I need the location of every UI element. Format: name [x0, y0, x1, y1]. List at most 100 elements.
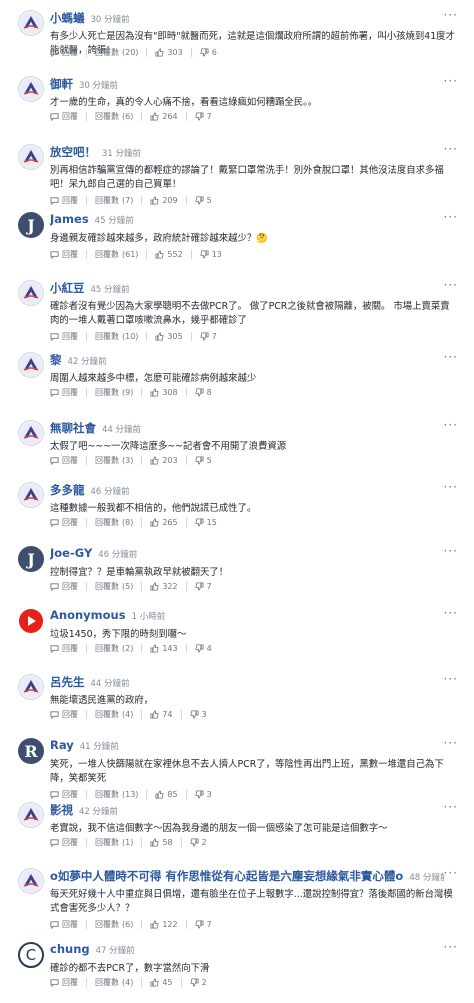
- reply-button[interactable]: 回覆: [50, 47, 78, 58]
- more-options-icon[interactable]: ···: [444, 545, 458, 557]
- comment-author[interactable]: 影視: [50, 802, 73, 818]
- avatar[interactable]: [18, 802, 44, 828]
- avatar[interactable]: J: [18, 212, 44, 238]
- like-button[interactable]: 305: [155, 332, 183, 341]
- dislike-button[interactable]: 7: [195, 582, 212, 591]
- avatar[interactable]: [18, 674, 44, 700]
- like-button[interactable]: 203: [150, 456, 178, 465]
- dislike-button[interactable]: 3: [189, 710, 207, 719]
- comment-author[interactable]: 黎: [50, 352, 62, 368]
- replies-count-button[interactable]: 回覆數 (6): [95, 919, 133, 930]
- like-button[interactable]: 74: [150, 710, 173, 719]
- dislike-button[interactable]: 6: [200, 48, 217, 57]
- replies-count-button[interactable]: 回覆數 (4): [95, 977, 133, 988]
- avatar[interactable]: [18, 144, 44, 170]
- replies-count-button[interactable]: 回覆數 (20): [95, 47, 138, 58]
- reply-button[interactable]: 回覆: [50, 331, 78, 342]
- avatar[interactable]: [18, 10, 44, 36]
- dislike-button[interactable]: 7: [200, 332, 217, 341]
- avatar[interactable]: [18, 76, 44, 102]
- more-options-icon[interactable]: ···: [444, 9, 458, 21]
- reply-button[interactable]: 回覆: [50, 643, 78, 654]
- replies-count-button[interactable]: 回覆數 (61): [95, 249, 138, 260]
- more-options-icon[interactable]: ···: [444, 607, 458, 619]
- like-button[interactable]: 322: [150, 582, 178, 591]
- replies-count-button[interactable]: 回覆數 (4): [95, 709, 133, 720]
- reply-button[interactable]: 回覆: [50, 919, 78, 930]
- reply-button[interactable]: 回覆: [50, 977, 78, 988]
- more-options-icon[interactable]: ···: [444, 419, 458, 431]
- comment-author[interactable]: 放空吧！: [50, 144, 96, 160]
- like-button[interactable]: 58: [150, 838, 173, 847]
- avatar[interactable]: [18, 420, 44, 446]
- more-options-icon[interactable]: ···: [444, 481, 458, 493]
- comment-author[interactable]: 無聊社會: [50, 420, 96, 436]
- dislike-button[interactable]: 13: [200, 250, 222, 259]
- comment-author[interactable]: o如夢中人體時不可得 有作思惟從有心起皆是六塵妄想緣氣非實心體o: [50, 868, 403, 884]
- more-options-icon[interactable]: ···: [444, 941, 458, 953]
- comment-author[interactable]: Anonymous: [50, 608, 126, 622]
- dislike-button[interactable]: 2: [189, 838, 207, 847]
- avatar[interactable]: J: [18, 546, 44, 572]
- more-options-icon[interactable]: ···: [444, 279, 458, 291]
- comment-author[interactable]: Ray: [50, 738, 74, 752]
- more-options-icon[interactable]: ···: [444, 351, 458, 363]
- replies-count-button[interactable]: 回覆數 (1): [95, 837, 133, 848]
- avatar[interactable]: [18, 868, 44, 894]
- like-button[interactable]: 264: [150, 112, 178, 121]
- reply-button[interactable]: 回覆: [50, 249, 78, 260]
- dislike-button[interactable]: 8: [195, 388, 212, 397]
- comment-author[interactable]: 小螞蟻: [50, 10, 85, 26]
- replies-count-button[interactable]: 回覆數 (10): [95, 331, 138, 342]
- dislike-button[interactable]: 5: [195, 456, 212, 465]
- replies-count-button[interactable]: 回覆數 (13): [95, 789, 138, 800]
- avatar[interactable]: [18, 608, 44, 634]
- dislike-button[interactable]: 4: [195, 644, 212, 653]
- comment-author[interactable]: chung: [50, 942, 90, 956]
- avatar[interactable]: [18, 352, 44, 378]
- avatar[interactable]: C: [18, 942, 44, 968]
- more-options-icon[interactable]: ···: [444, 737, 458, 749]
- comment-author[interactable]: 呂先生: [50, 674, 85, 690]
- reply-button[interactable]: 回覆: [50, 111, 78, 122]
- replies-count-button[interactable]: 回覆數 (5): [95, 581, 133, 592]
- avatar[interactable]: R: [18, 738, 44, 764]
- avatar[interactable]: [18, 280, 44, 306]
- replies-count-button[interactable]: 回覆數 (8): [95, 517, 133, 528]
- reply-button[interactable]: 回覆: [50, 837, 78, 848]
- reply-button[interactable]: 回覆: [50, 581, 78, 592]
- comment-author[interactable]: Joe-GY: [50, 546, 92, 560]
- avatar[interactable]: [18, 482, 44, 508]
- replies-count-button[interactable]: 回覆數 (6): [95, 111, 133, 122]
- dislike-button[interactable]: 7: [195, 920, 212, 929]
- dislike-button[interactable]: 15: [195, 518, 217, 527]
- more-options-icon[interactable]: ···: [444, 211, 458, 223]
- more-options-icon[interactable]: ···: [444, 867, 458, 879]
- more-options-icon[interactable]: ···: [444, 673, 458, 685]
- like-button[interactable]: 143: [150, 644, 178, 653]
- reply-button[interactable]: 回覆: [50, 455, 78, 466]
- like-button[interactable]: 209: [150, 196, 178, 205]
- reply-button[interactable]: 回覆: [50, 517, 78, 528]
- more-options-icon[interactable]: ···: [444, 75, 458, 87]
- reply-button[interactable]: 回覆: [50, 709, 78, 720]
- like-button[interactable]: 552: [155, 250, 183, 259]
- more-options-icon[interactable]: ···: [444, 801, 458, 813]
- like-button[interactable]: 85: [155, 790, 178, 799]
- more-options-icon[interactable]: ···: [444, 143, 458, 155]
- dislike-button[interactable]: 2: [189, 978, 207, 987]
- reply-button[interactable]: 回覆: [50, 789, 78, 800]
- comment-author[interactable]: 御軒: [50, 76, 73, 92]
- replies-count-button[interactable]: 回覆數 (3): [95, 455, 133, 466]
- replies-count-button[interactable]: 回覆數 (9): [95, 387, 133, 398]
- comment-author[interactable]: 小紅豆: [50, 280, 85, 296]
- dislike-button[interactable]: 5: [195, 196, 212, 205]
- like-button[interactable]: 308: [150, 388, 178, 397]
- comment-author[interactable]: 多多龍: [50, 482, 85, 498]
- dislike-button[interactable]: 3: [195, 790, 212, 799]
- replies-count-button[interactable]: 回覆數 (7): [95, 195, 133, 206]
- like-button[interactable]: 303: [155, 48, 183, 57]
- replies-count-button[interactable]: 回覆數 (2): [95, 643, 133, 654]
- reply-button[interactable]: 回覆: [50, 387, 78, 398]
- like-button[interactable]: 45: [150, 978, 173, 987]
